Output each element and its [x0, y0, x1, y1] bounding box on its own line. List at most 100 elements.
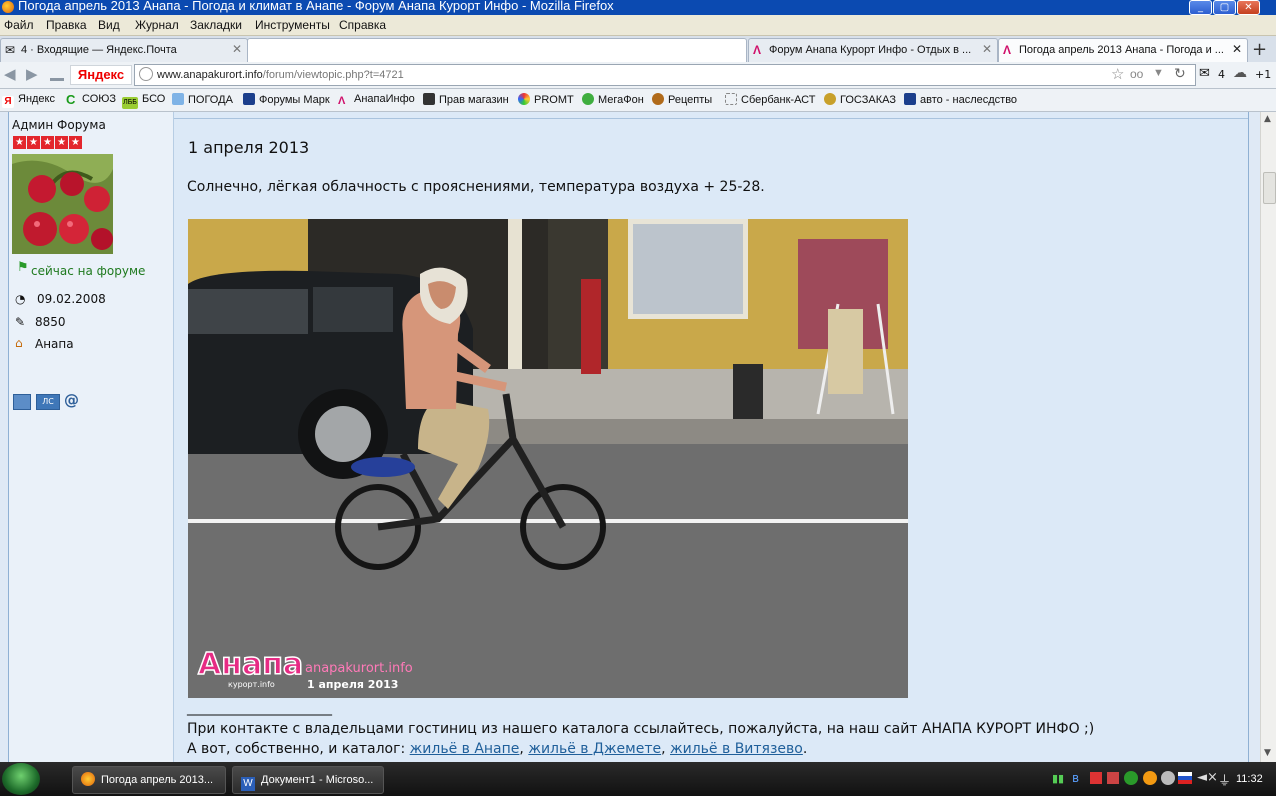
menu-history[interactable]: Журнал — [135, 18, 179, 32]
tab-blank[interactable] — [247, 38, 747, 62]
bookmarks-bar: Я Яндекс С СОЮЗ ЛББ БСО ПОГОДА Форумы Марк … — [0, 89, 1276, 112]
tray-app-icon[interactable] — [1161, 771, 1175, 785]
yandex-button[interactable]: Яндекс — [70, 65, 132, 85]
bookmark-megafon[interactable]: МегаФон — [582, 93, 644, 106]
bookmark-bso[interactable]: ЛББ БСО — [122, 93, 165, 109]
avatar[interactable] — [12, 154, 113, 254]
scroll-up-icon[interactable]: ▲ — [1264, 114, 1271, 124]
bookmark-mark-forums[interactable]: Форумы Марк — [243, 93, 330, 106]
bookmark-sberbank-ast[interactable]: Сбербанк-АСТ — [725, 93, 815, 106]
menu-bookmarks[interactable]: Закладки — [190, 18, 242, 32]
menu-tools[interactable]: Инструменты — [255, 18, 330, 32]
firefox-icon — [2, 1, 14, 13]
menu-file[interactable]: Файл — [4, 18, 34, 32]
post-date: 1 апреля 2013 — [188, 138, 310, 157]
period: . — [802, 741, 808, 757]
maximize-button[interactable]: ▢ — [1213, 0, 1236, 15]
utorrent-icon[interactable] — [1124, 771, 1138, 785]
dropdown-icon[interactable]: ▼ — [1153, 67, 1164, 79]
url-path: /forum/viewtopic.php?t=4721 — [262, 69, 404, 81]
separator: , — [519, 741, 524, 757]
tab-mail[interactable]: ✉ 4 · Входящие — Яндекс.Почта ✕ — [0, 38, 248, 62]
private-message-button[interactable]: ЛС — [36, 394, 60, 410]
page-icon — [725, 93, 737, 105]
online-flag-icon: ⚑ — [17, 260, 29, 275]
close-tab-icon[interactable]: ✕ — [1232, 42, 1242, 56]
language-flag-icon[interactable] — [1178, 772, 1192, 784]
bluetooth-icon[interactable]: ʙ — [1072, 771, 1079, 785]
site-info-icon[interactable] — [139, 67, 153, 81]
mail-icon: ✉ — [5, 43, 16, 57]
star-icon: ★ — [55, 136, 68, 149]
weather-icon — [172, 93, 184, 105]
start-button[interactable] — [2, 763, 40, 795]
bookmark-star-icon[interactable]: ☆ — [1111, 65, 1124, 83]
menu-help[interactable]: Справка — [339, 18, 386, 32]
bookmark-prav-shop[interactable]: Прав магазин — [423, 93, 509, 106]
tab-weather-active[interactable]: Ʌ Погода апрель 2013 Анапа - Погода и ..… — [998, 38, 1248, 63]
url-domain: www.anapakurort.info — [157, 69, 263, 81]
online-status: сейчас на форуме — [31, 264, 146, 278]
catalog-prefix: А вот, собственно, и каталог: — [187, 741, 406, 757]
link-housing-anapa[interactable]: жильё в Анапе — [410, 741, 520, 757]
star-icon: ★ — [13, 136, 26, 149]
power-icon[interactable]: ⏚ — [1218, 770, 1231, 789]
tab-forum[interactable]: Ʌ Форум Анапа Курорт Инфо - Отдых в ... … — [748, 38, 998, 62]
network-icon[interactable]: ▮▮ — [1052, 772, 1064, 785]
mail-count: 4 — [1218, 68, 1225, 81]
cloud-icon[interactable]: ☁ — [1233, 65, 1247, 81]
clock-icon: ◔ — [15, 292, 26, 306]
link-housing-vityazevo[interactable]: жильё в Витязево — [670, 741, 803, 757]
bookmark-soyuz[interactable]: С СОЮЗ — [66, 93, 116, 106]
user-location: Анапа — [35, 337, 74, 351]
bookmark-goszakaz[interactable]: ГОСЗАКАЗ — [824, 93, 896, 106]
menu-view[interactable]: Вид — [98, 18, 120, 32]
minimize-button[interactable]: _ — [1189, 0, 1212, 15]
back-icon[interactable]: ◀ — [4, 65, 16, 83]
new-tab-button[interactable]: + — [1252, 39, 1267, 60]
taskbar-item-word[interactable]: W Документ1 - Microso... — [232, 766, 384, 794]
vertical-scrollbar[interactable]: ▲ ▼ — [1260, 112, 1276, 762]
tab-label: 4 · Входящие — Яндекс.Почта — [21, 44, 177, 56]
emblem-icon — [824, 93, 836, 105]
volume-muted-icon[interactable]: ◄× — [1197, 770, 1218, 785]
link-housing-dzhemete[interactable]: жильё в Джемете — [528, 741, 661, 757]
bookmark-yandex[interactable]: Я Яндекс — [2, 93, 55, 108]
email-icon[interactable]: @ — [64, 391, 79, 409]
mail-indicator-icon[interactable]: ✉ — [1199, 66, 1210, 81]
bookmark-auto-inheritance[interactable]: авто - наслесдство — [904, 93, 1017, 106]
close-button[interactable]: ✕ — [1237, 0, 1260, 15]
scroll-thumb[interactable] — [1263, 172, 1276, 204]
post-body: 1 апреля 2013 Солнечно, лёгкая облачност… — [174, 112, 1249, 762]
scroll-down-icon[interactable]: ▼ — [1264, 748, 1271, 758]
watermark-date: 1 апреля 2013 — [307, 678, 398, 691]
url-bar[interactable]: www.anapakurort.info/forum/viewtopic.php… — [134, 64, 1196, 86]
word-icon: W — [241, 777, 255, 791]
glasses-icon[interactable]: oo — [1130, 67, 1143, 81]
bookmark-recipes[interactable]: Рецепты — [652, 93, 712, 106]
catalog-line: А вот, собственно, и каталог: жильё в Ан… — [187, 741, 807, 757]
forum-icon — [243, 93, 255, 105]
tray-app-icon[interactable] — [1107, 772, 1119, 784]
profile-icon[interactable] — [13, 394, 31, 410]
bookmark-weather[interactable]: ПОГОДА — [172, 93, 233, 106]
menu-edit[interactable]: Правка — [46, 18, 87, 32]
tray-app-icon[interactable] — [1090, 772, 1102, 784]
reload-icon[interactable]: ↻ — [1174, 65, 1186, 82]
join-date: 09.02.2008 — [37, 292, 106, 306]
tab-label: Погода апрель 2013 Анапа - Погода и ... — [1019, 44, 1224, 56]
post-divider — [174, 118, 1248, 119]
taskbar-item-firefox[interactable]: Погода апрель 2013... — [72, 766, 226, 794]
forward-icon[interactable]: ▶ — [26, 65, 38, 83]
bookmark-promt[interactable]: PROMT — [518, 93, 574, 106]
close-tab-icon[interactable]: ✕ — [982, 42, 992, 56]
window-titlebar: Погода апрель 2013 Анапа - Погода и клим… — [0, 0, 1276, 15]
window-title: Погода апрель 2013 Анапа - Погода и клим… — [18, 0, 614, 13]
signature-rule: ________________________ — [187, 700, 332, 716]
bookmark-anapainfo[interactable]: Ʌ АнапаИнфо — [338, 93, 415, 107]
watermark-site: anapakurort.info — [305, 661, 413, 676]
recipes-icon — [652, 93, 664, 105]
close-tab-icon[interactable]: ✕ — [232, 42, 242, 56]
tray-app-icon[interactable] — [1143, 771, 1157, 785]
home-icon: ⌂ — [15, 336, 23, 350]
